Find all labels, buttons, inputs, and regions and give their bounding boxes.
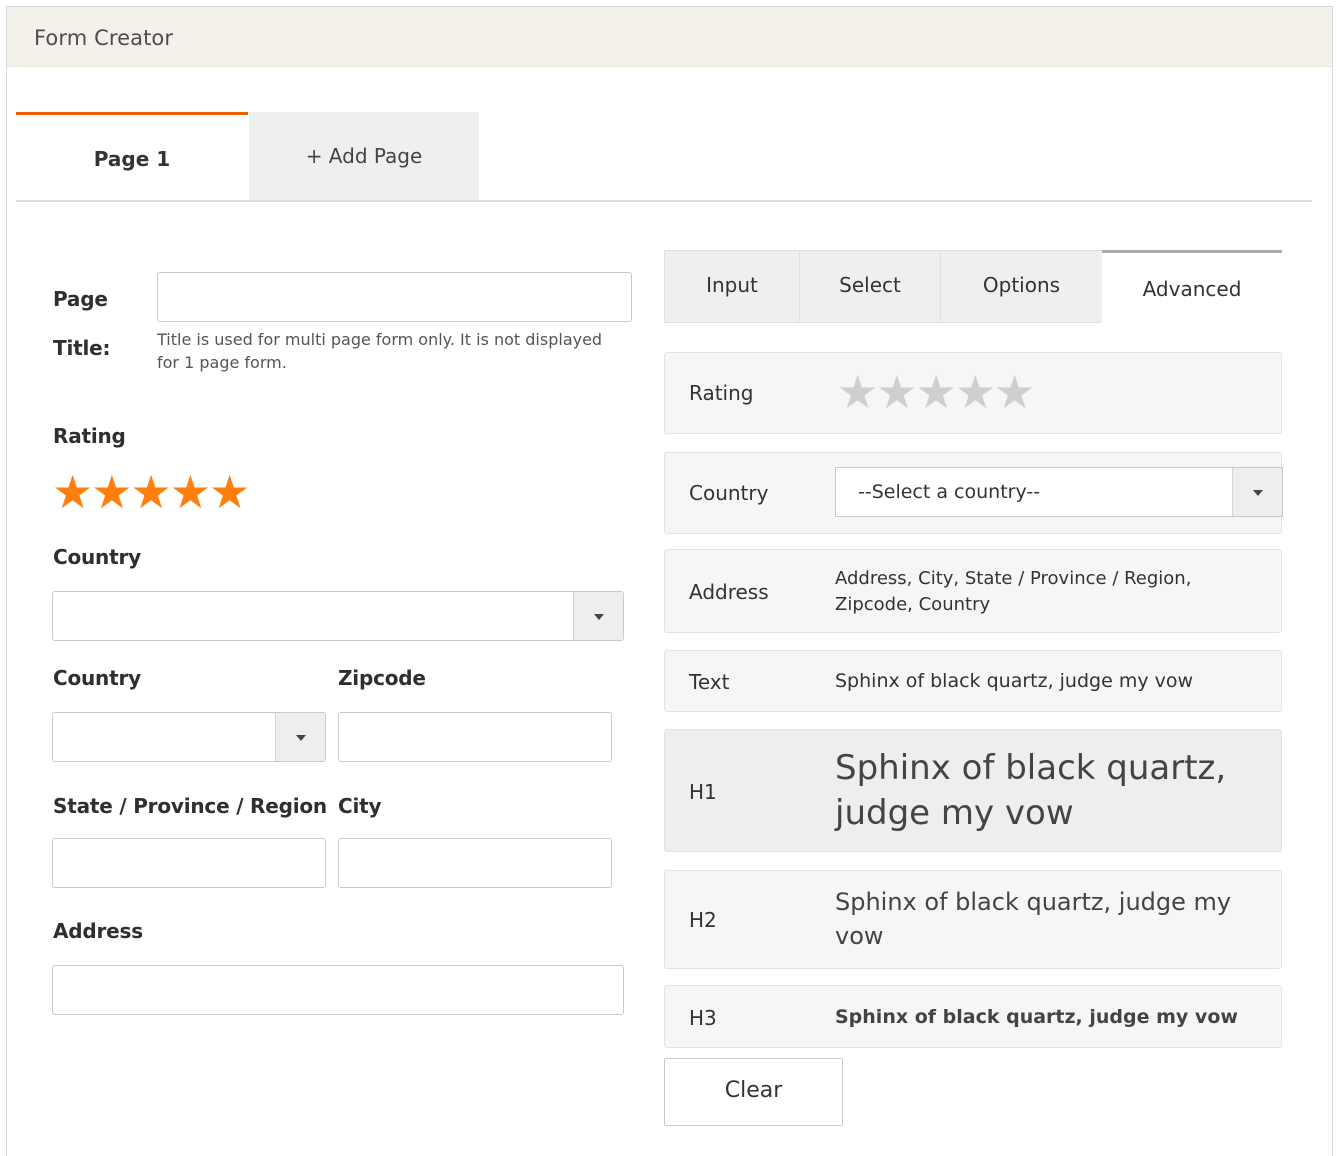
page-title-label-line1: Page xyxy=(53,287,108,311)
tool-field-text[interactable]: Text Sphinx of black quartz, judge my vo… xyxy=(664,650,1282,712)
rating-stars-preview: ★★★★★ xyxy=(837,365,1035,419)
city-label: City xyxy=(338,794,382,818)
page-title-label-line2: Title: xyxy=(53,336,111,360)
tool-field-h1[interactable]: H1 Sphinx of black quartz, judge my vow xyxy=(664,729,1282,852)
state-label: State / Province / Region xyxy=(53,794,327,818)
page-title-input[interactable] xyxy=(157,272,632,322)
text-preview: Sphinx of black quartz, judge my vow xyxy=(835,670,1194,692)
dropdown-toggle[interactable] xyxy=(1232,468,1282,516)
star-icon[interactable]: ★ xyxy=(52,465,93,519)
tab-options[interactable]: Options xyxy=(940,250,1103,323)
field-label: H2 xyxy=(689,908,717,932)
tool-field-country[interactable]: Country --Select a country-- xyxy=(664,452,1283,534)
chevron-down-icon xyxy=(593,614,604,620)
rating-stars[interactable]: ★★★★★ xyxy=(52,469,250,515)
panel-title: Form Creator xyxy=(34,26,174,50)
field-label: Country xyxy=(689,481,769,505)
city-input[interactable] xyxy=(338,838,612,888)
country-preview-select[interactable]: --Select a country-- xyxy=(835,467,1283,517)
tab-advanced[interactable]: Advanced xyxy=(1102,250,1282,323)
h1-preview: Sphinx of black quartz, judge my vow xyxy=(835,748,1227,833)
tab-input[interactable]: Input xyxy=(664,250,800,323)
rating-label: Rating xyxy=(53,424,126,448)
tool-field-h2[interactable]: H2 Sphinx of black quartz, judge my vow xyxy=(664,870,1282,969)
page-title-hint: Title is used for multi page form only. … xyxy=(157,330,603,372)
dropdown-toggle[interactable] xyxy=(275,713,325,761)
star-icon[interactable]: ★ xyxy=(131,465,172,519)
add-page-tab[interactable]: + Add Page xyxy=(249,112,479,200)
field-label: H1 xyxy=(689,780,717,804)
field-label: Text xyxy=(689,670,730,694)
zipcode-input[interactable] xyxy=(338,712,612,762)
dropdown-toggle[interactable] xyxy=(573,592,623,640)
tab-select[interactable]: Select xyxy=(799,250,941,323)
tool-tabs: Input Select Options Advanced xyxy=(664,250,1282,323)
h3-preview: Sphinx of black quartz, judge my vow xyxy=(835,1006,1238,1028)
zipcode-label: Zipcode xyxy=(338,666,426,690)
panel-header: Form Creator xyxy=(7,7,1332,67)
chevron-down-icon xyxy=(1252,490,1263,496)
chevron-down-icon xyxy=(295,735,306,741)
country2-select[interactable] xyxy=(52,712,326,762)
star-icon[interactable]: ★ xyxy=(91,465,132,519)
state-input[interactable] xyxy=(52,838,326,888)
tool-field-address[interactable]: Address Address, City, State / Province … xyxy=(664,549,1282,633)
star-icon[interactable]: ★ xyxy=(170,465,211,519)
field-label: Address xyxy=(689,580,769,604)
clear-button[interactable]: Clear xyxy=(664,1058,843,1126)
country-select[interactable] xyxy=(52,591,624,641)
country-label: Country xyxy=(53,545,141,569)
address-input[interactable] xyxy=(52,965,624,1015)
star-icon[interactable]: ★ xyxy=(209,465,250,519)
tool-field-h3[interactable]: H3 Sphinx of black quartz, judge my vow xyxy=(664,985,1282,1048)
address-preview: Address, City, State / Province / Region… xyxy=(835,568,1192,615)
select-placeholder: --Select a country-- xyxy=(858,481,1041,503)
h2-preview: Sphinx of black quartz, judge my vow xyxy=(835,888,1232,950)
field-label: Rating xyxy=(689,381,754,405)
tool-field-rating[interactable]: Rating ★★★★★ xyxy=(664,352,1282,434)
page-tabs: Page 1 + Add Page xyxy=(16,112,1312,202)
country2-label: Country xyxy=(53,666,141,690)
tab-page-1[interactable]: Page 1 xyxy=(16,112,248,200)
address-label: Address xyxy=(53,919,143,943)
field-label: H3 xyxy=(689,1006,717,1030)
